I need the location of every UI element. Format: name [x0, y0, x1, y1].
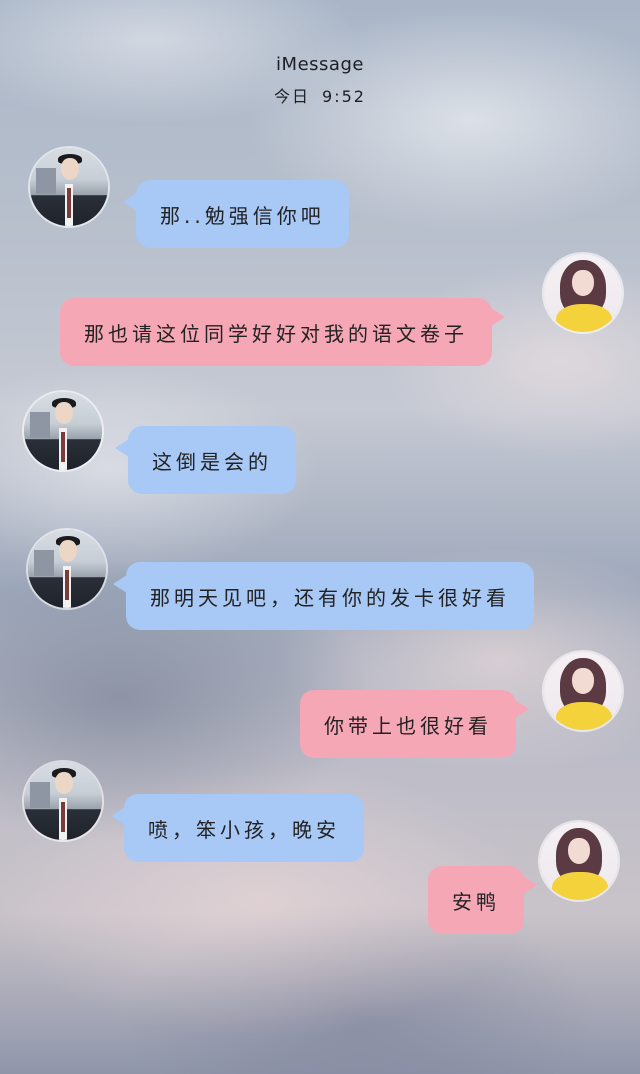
incoming-message-bubble[interactable]: 那..勉强信你吧	[123, 180, 349, 248]
timestamp-time: 9:52	[322, 87, 366, 106]
user-avatar[interactable]	[544, 254, 622, 332]
outgoing-message-bubble[interactable]: 那也请这位同学好好对我的语文卷子	[60, 298, 505, 366]
app-title: iMessage	[276, 54, 364, 75]
timestamp: 今日 9:52	[0, 83, 640, 107]
timestamp-day: 今日	[274, 87, 311, 106]
contact-avatar[interactable]	[24, 762, 102, 840]
incoming-message-bubble[interactable]: 那明天见吧，还有你的发卡很好看	[113, 562, 534, 630]
contact-avatar[interactable]	[24, 392, 102, 470]
incoming-message-bubble[interactable]: 喷，笨小孩，晚安	[111, 794, 364, 862]
chat-header: iMessage 今日 9:52	[0, 54, 640, 107]
user-avatar[interactable]	[544, 652, 622, 730]
incoming-message-bubble[interactable]: 这倒是会的	[115, 426, 296, 494]
user-avatar[interactable]	[540, 822, 618, 900]
contact-avatar[interactable]	[28, 530, 106, 608]
outgoing-message-bubble[interactable]: 你带上也很好看	[300, 690, 529, 758]
contact-avatar[interactable]	[30, 148, 108, 226]
outgoing-message-bubble[interactable]: 安鸭	[428, 866, 537, 934]
